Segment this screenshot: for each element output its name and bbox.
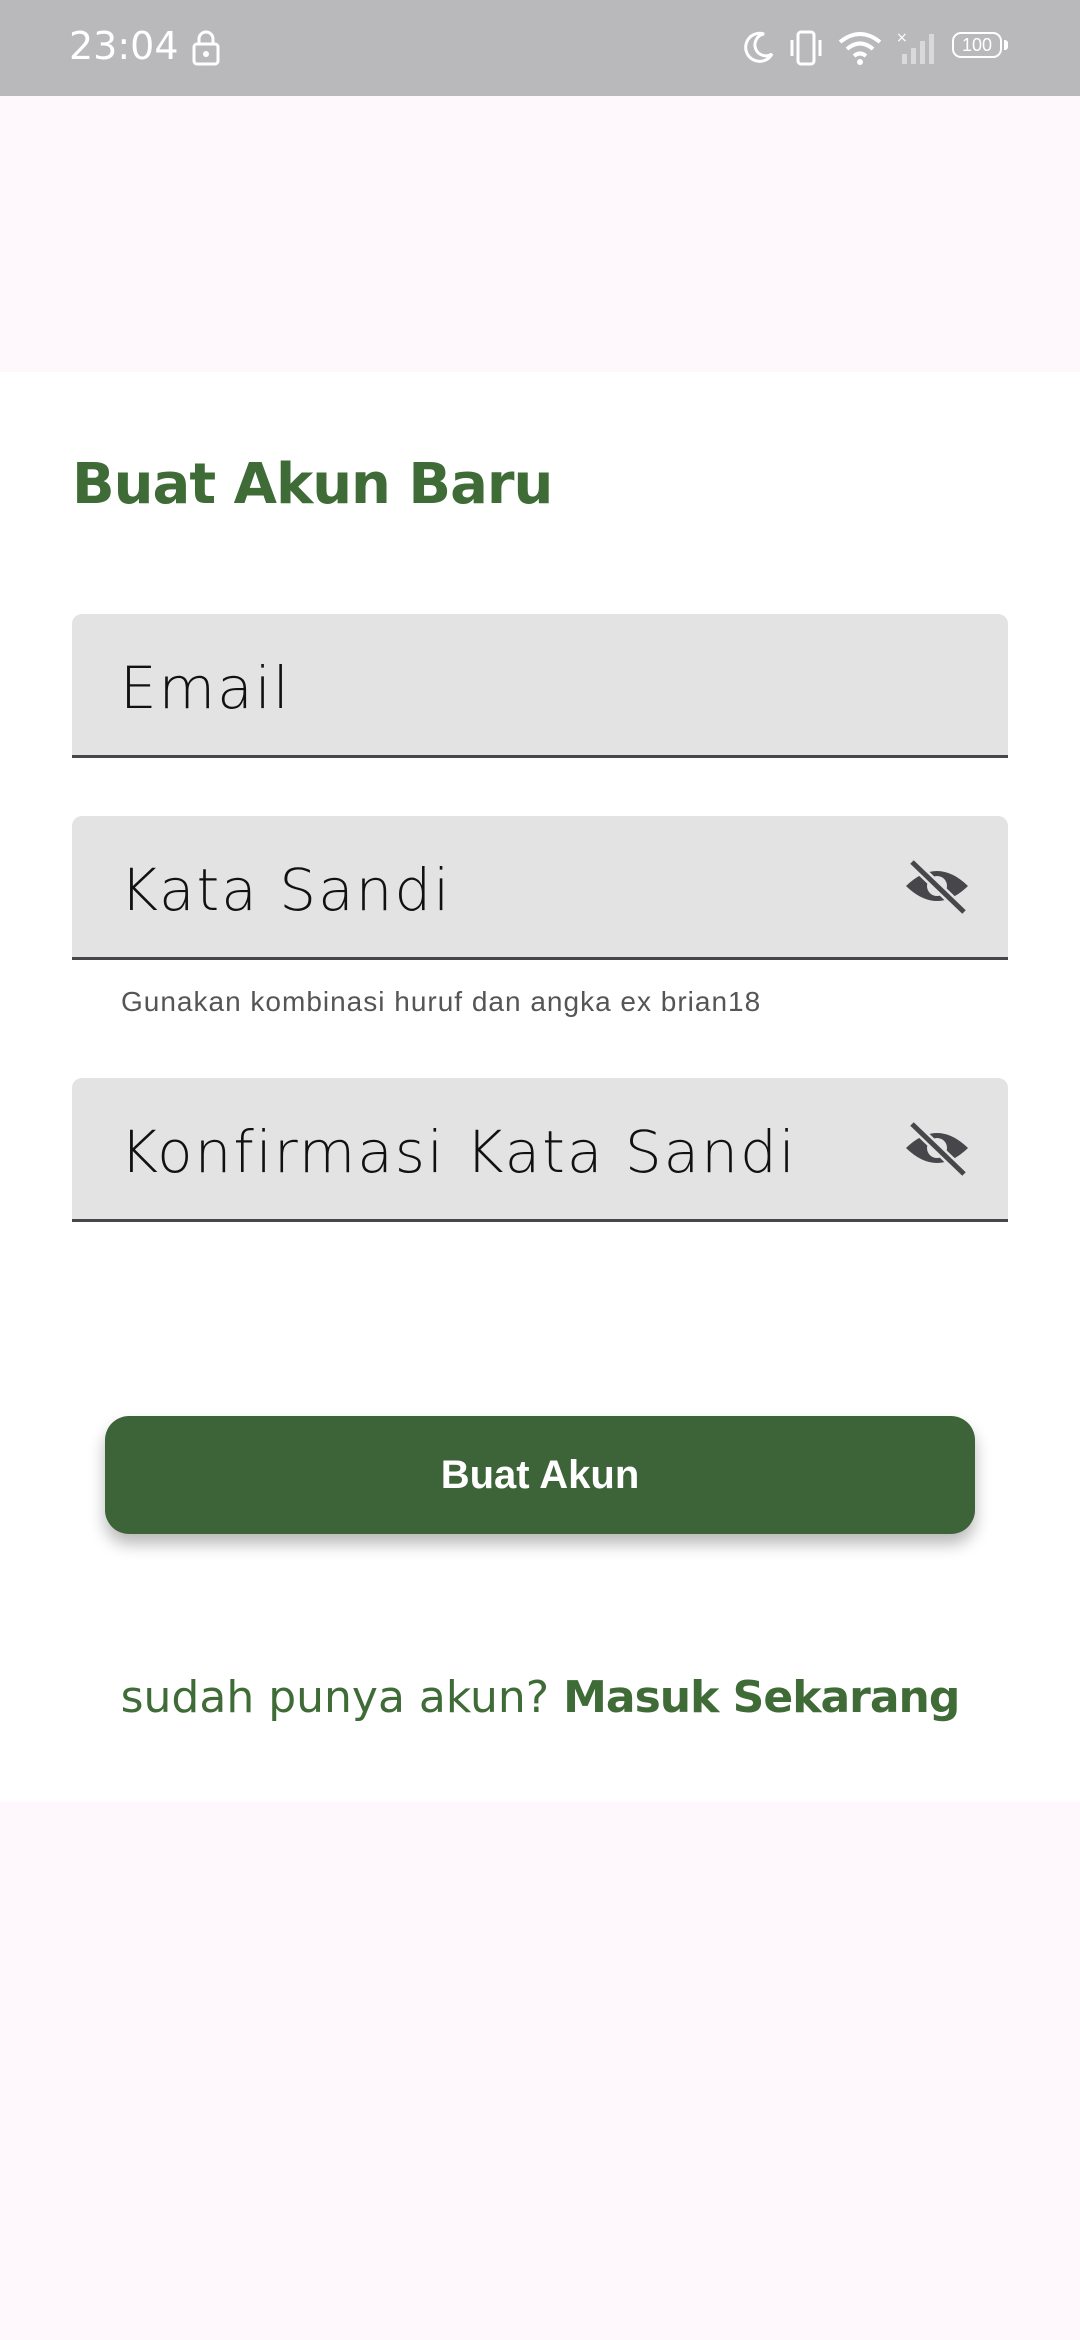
battery-icon: 100	[952, 32, 1010, 62]
moon-icon	[744, 31, 774, 63]
confirm-password-field-label: Konfirmasi Kata Sandi	[120, 1118, 797, 1186]
signin-row: sudah punya akun? Masuk Sekarang	[0, 1672, 1080, 1723]
signal-icon: ×	[896, 30, 934, 64]
status-bar: 23:04 × 100	[0, 0, 1080, 96]
page-title: Buat Akun Baru	[72, 452, 553, 517]
confirm-password-field[interactable]: Konfirmasi Kata Sandi	[72, 1078, 1008, 1222]
signin-link[interactable]: Masuk Sekarang	[563, 1672, 960, 1723]
battery-tip	[1004, 40, 1008, 50]
battery-level: 100	[952, 32, 1002, 58]
lock-icon	[192, 30, 220, 66]
password-helper-text: Gunakan kombinasi huruf dan angka ex bri…	[121, 986, 762, 1017]
status-time: 23:04	[69, 24, 179, 68]
create-account-button[interactable]: Buat Akun	[105, 1416, 975, 1534]
signin-prompt: sudah punya akun?	[120, 1672, 550, 1723]
svg-text:×: ×	[896, 30, 908, 46]
password-field[interactable]: Kata Sandi	[72, 816, 1008, 960]
password-field-label: Kata Sandi	[120, 856, 452, 924]
eye-off-icon[interactable]	[902, 856, 972, 916]
email-field-label: Email	[120, 654, 291, 722]
email-field[interactable]: Email	[72, 614, 1008, 758]
wifi-icon	[838, 32, 882, 65]
eye-off-icon[interactable]	[902, 1118, 972, 1178]
vibrate-icon	[790, 30, 822, 66]
